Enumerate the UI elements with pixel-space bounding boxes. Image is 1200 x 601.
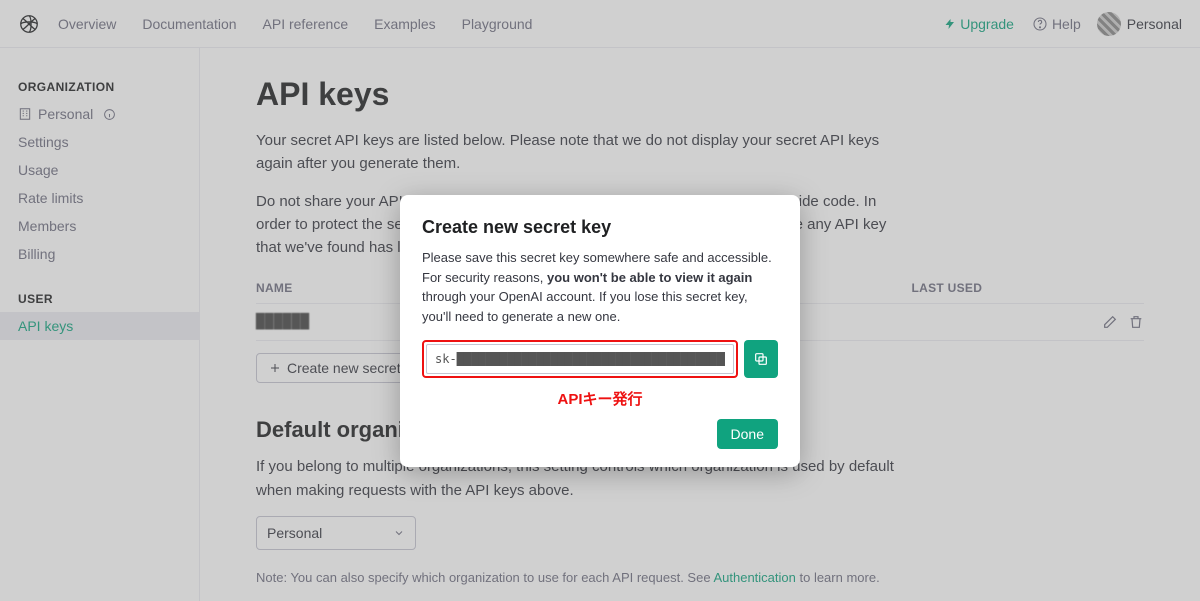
modal-body-bold: you won't be able to view it again: [547, 270, 752, 285]
create-key-modal: Create new secret key Please save this s…: [400, 195, 800, 467]
modal-title: Create new secret key: [422, 217, 778, 238]
annotation-label: APIキー発行: [422, 388, 778, 409]
key-highlight-box: [422, 340, 738, 378]
copy-icon: [753, 351, 769, 367]
secret-key-input[interactable]: [426, 344, 734, 374]
done-button[interactable]: Done: [717, 419, 778, 449]
copy-key-button[interactable]: [744, 340, 778, 378]
modal-body: Please save this secret key somewhere sa…: [422, 248, 778, 326]
modal-body-post: through your OpenAI account. If you lose…: [422, 289, 748, 324]
